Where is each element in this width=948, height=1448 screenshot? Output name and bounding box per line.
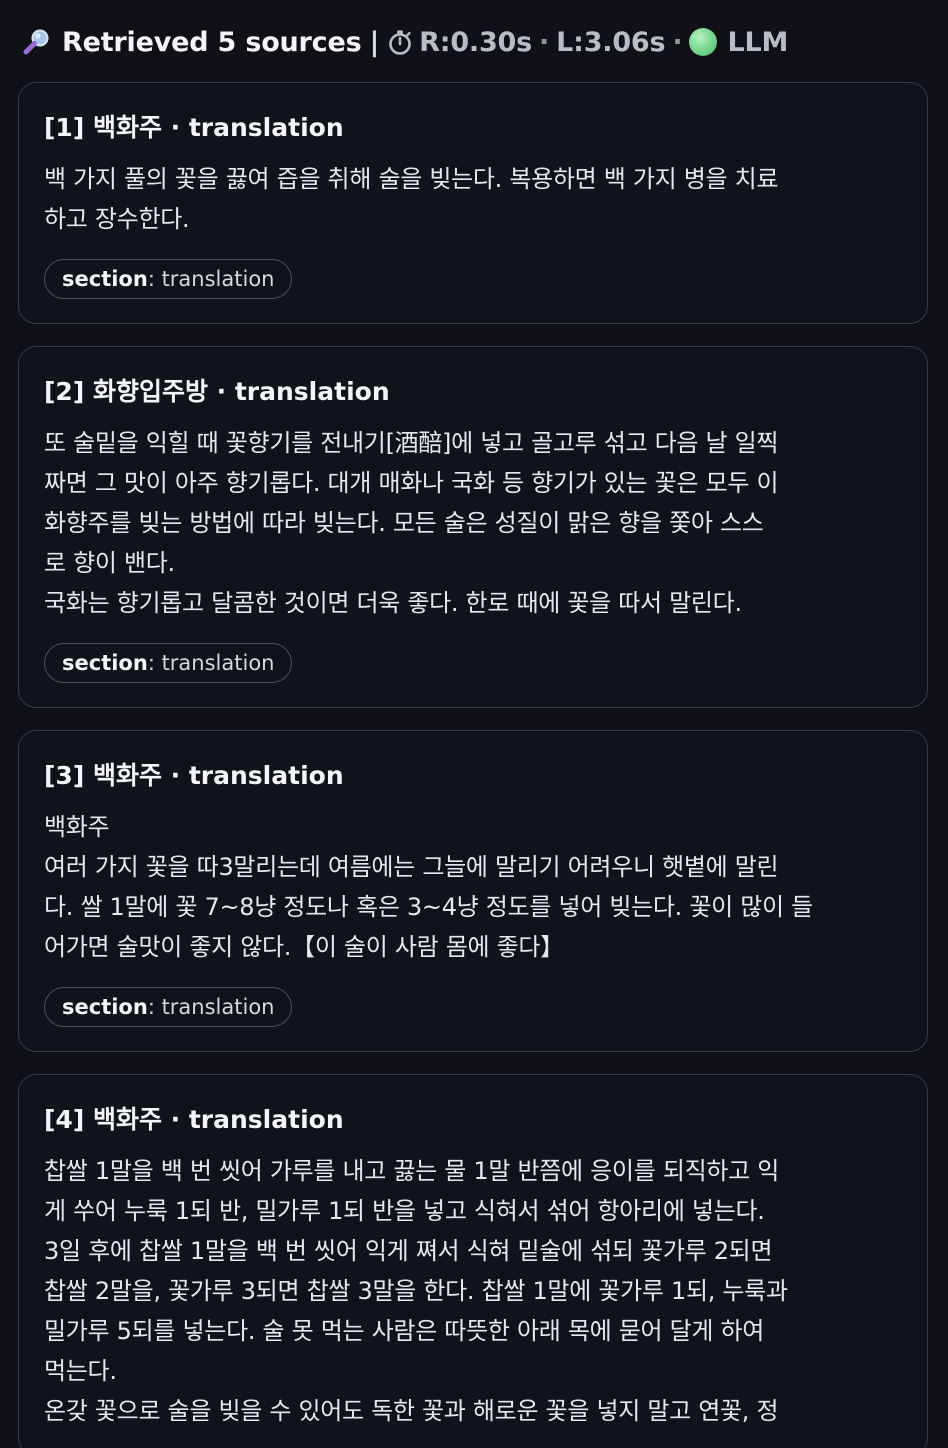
stopwatch-icon xyxy=(387,29,413,55)
source-text: 찹쌀 1말을 백 번 씻어 가루를 내고 끓는 물 1말 반쯤에 응이를 되직하… xyxy=(44,1157,788,1425)
source-card-2: [2] 화향입주방 · translation 또 술밑을 익힐 때 꽃향기를 … xyxy=(18,346,928,708)
chip-value: : translation xyxy=(147,267,275,291)
source-text: 백화주 여러 가지 꽃을 따3말리는데 여름에는 그늘에 말리기 어려우니 햇볕… xyxy=(44,813,813,961)
header-separator: | xyxy=(369,26,380,58)
mode-label: LLM xyxy=(727,26,789,58)
source-title: [3] 백화주 · translation xyxy=(44,761,344,790)
metric-dot-separator-2: · xyxy=(672,26,683,58)
section-chip[interactable]: section: translation xyxy=(44,987,293,1027)
status-dot-icon xyxy=(689,28,718,56)
source-title: [1] 백화주 · translation xyxy=(44,113,344,142)
source-card-1: [1] 백화주 · translation 백 가지 풀의 꽃을 끓여 즙을 취… xyxy=(18,82,928,324)
chip-value: : translation xyxy=(147,651,275,675)
retrieval-summary-header: Retrieved 5 sources | R:0.30s · L:3.06s … xyxy=(22,22,788,62)
retrieved-count-title: Retrieved 5 sources xyxy=(62,26,362,58)
section-chip[interactable]: section: translation xyxy=(44,259,293,299)
llm-time: L:3.06s xyxy=(556,26,666,58)
chip-key: section xyxy=(62,995,148,1019)
chip-value: : translation xyxy=(147,995,275,1019)
source-text: 또 술밑을 익힐 때 꽃향기를 전내기[酒醅]에 넣고 골고루 섞고 다음 날 … xyxy=(44,429,779,617)
retrieval-time: R:0.30s xyxy=(419,26,533,58)
source-card-4: [4] 백화주 · translation 찹쌀 1말을 백 번 씻어 가루를 … xyxy=(18,1074,928,1448)
source-card-3: [3] 백화주 · translation 백화주 여러 가지 꽃을 따3말리는… xyxy=(18,730,928,1052)
chip-key: section xyxy=(62,651,148,675)
source-title: [2] 화향입주방 · translation xyxy=(44,377,390,406)
source-title: [4] 백화주 · translation xyxy=(44,1105,344,1134)
retrieval-results-panel: Retrieved 5 sources | R:0.30s · L:3.06s … xyxy=(0,0,948,1448)
chip-key: section xyxy=(62,267,148,291)
section-chip[interactable]: section: translation xyxy=(44,643,293,683)
metric-dot-separator: · xyxy=(539,26,550,58)
source-list: [1] 백화주 · translation 백 가지 풀의 꽃을 끓여 즙을 취… xyxy=(18,82,928,1448)
source-text: 백 가지 풀의 꽃을 끓여 즙을 취해 술을 빚는다. 복용하면 백 가지 병을… xyxy=(44,165,779,233)
magnifying-glass-icon xyxy=(22,27,52,57)
